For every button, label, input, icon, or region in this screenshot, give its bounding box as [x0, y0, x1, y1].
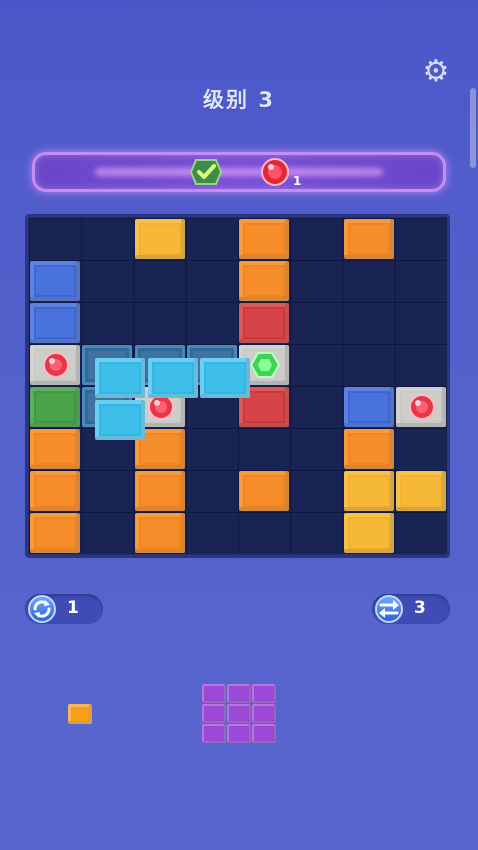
purple-piece-cell: [202, 684, 226, 703]
red-block: [239, 303, 289, 343]
yellow-block: [395, 471, 446, 511]
orange-block: [30, 471, 80, 511]
purple-piece-cell: [252, 704, 276, 723]
blue-block: [343, 387, 394, 427]
goal-remaining-count: 1: [293, 174, 302, 188]
tray-piece-single-orange[interactable]: [68, 704, 92, 724]
blue-block: [30, 261, 80, 301]
red-gem-icon: [43, 352, 69, 378]
dragging-piece-cell[interactable]: [95, 400, 146, 440]
red-gem-goal-icon: [261, 158, 289, 186]
level-title: 级别 3: [203, 88, 275, 112]
orange-block: [239, 261, 289, 301]
orange-block: [134, 471, 185, 511]
orange-block: [343, 429, 394, 469]
stone-block-red-gem: [30, 345, 80, 385]
purple-piece-cell: [252, 684, 276, 703]
yellow-block: [343, 513, 394, 553]
swap-count: 3: [414, 598, 426, 618]
yellow-block: [134, 219, 185, 259]
green-block: [30, 387, 80, 427]
purple-piece-cell: [252, 724, 276, 743]
orange-block: [30, 429, 80, 469]
dragging-piece-cell[interactable]: [199, 358, 250, 398]
orange-block: [30, 513, 80, 553]
purple-piece-cell: [227, 684, 251, 703]
stone-block-red-gem: [395, 387, 446, 427]
dragging-piece-cell[interactable]: [95, 358, 146, 398]
swap-icon: [375, 595, 403, 623]
orange-block: [239, 219, 289, 259]
goal-progress-bar: 1: [32, 152, 446, 192]
swap-powerup-button[interactable]: 3: [372, 594, 450, 624]
game-board-grid[interactable]: [29, 218, 447, 554]
red-gem-icon: [408, 394, 435, 420]
purple-piece-cell: [227, 724, 251, 743]
refresh-icon: [28, 595, 56, 623]
blue-block: [30, 303, 80, 343]
orange-block: [343, 219, 394, 259]
goal-bar-glow: [95, 168, 383, 176]
purple-piece-cell: [202, 724, 226, 743]
tray-piece-purple-square[interactable]: [202, 684, 277, 744]
purple-piece-cell: [227, 704, 251, 723]
orange-block: [239, 471, 289, 511]
refresh-powerup-button[interactable]: 1: [25, 594, 103, 624]
orange-block: [134, 513, 185, 553]
completed-goal-checkmark-icon: [190, 159, 222, 185]
dragging-piece-cell[interactable]: [147, 358, 198, 398]
purple-piece-cell: [202, 704, 226, 723]
green-gem-icon: [250, 352, 280, 378]
refresh-count: 1: [67, 598, 79, 618]
yellow-block: [343, 471, 394, 511]
